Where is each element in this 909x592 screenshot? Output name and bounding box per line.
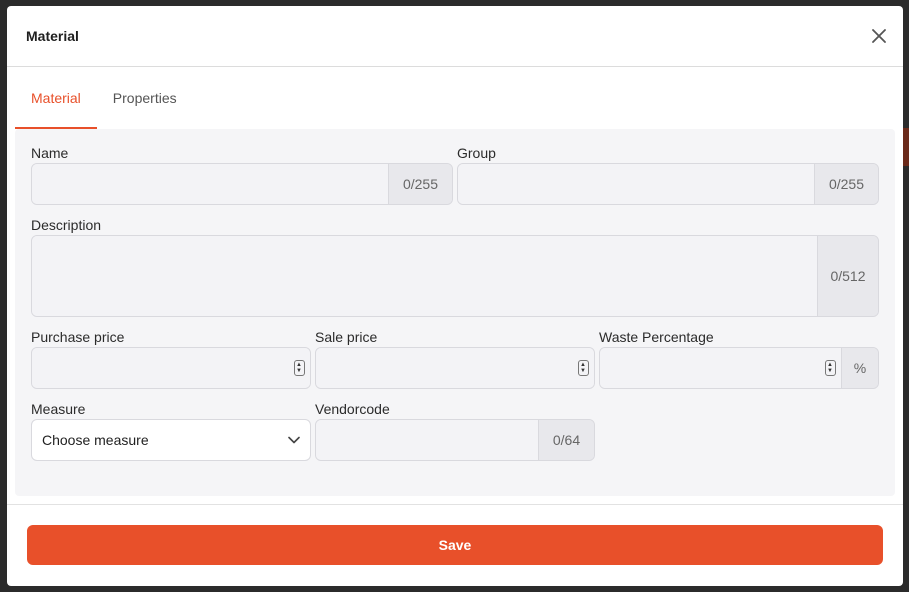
vendorcode-label: Vendorcode xyxy=(315,401,390,417)
close-button[interactable] xyxy=(868,25,890,47)
modal-title: Material xyxy=(26,28,79,44)
description-counter: 0/512 xyxy=(817,236,878,316)
sale-price-field-wrapper: Sale price ▲ ▼ xyxy=(315,327,595,389)
purchase-price-label: Purchase price xyxy=(31,329,125,345)
name-counter: 0/255 xyxy=(388,164,452,204)
measure-selected-value: Choose measure xyxy=(42,432,149,448)
sale-price-label: Sale price xyxy=(315,329,378,345)
save-button[interactable]: Save xyxy=(27,525,883,565)
group-field-wrapper: Group 0/255 xyxy=(457,143,879,205)
vendorcode-input[interactable] xyxy=(316,420,538,460)
waste-percentage-label: Waste Percentage xyxy=(599,329,714,345)
material-modal: Material Material Properties Name 0/255 … xyxy=(7,6,903,586)
close-icon xyxy=(872,29,886,43)
name-label: Name xyxy=(31,145,69,161)
sale-price-input[interactable] xyxy=(316,348,572,388)
vendorcode-counter: 0/64 xyxy=(538,420,594,460)
tab-bar: Material Properties xyxy=(7,67,903,129)
description-textarea[interactable] xyxy=(32,236,817,316)
group-input[interactable] xyxy=(458,164,814,204)
group-label: Group xyxy=(457,145,496,161)
purchase-price-input-group: ▲ ▼ xyxy=(31,347,311,389)
waste-percentage-input[interactable] xyxy=(600,348,819,388)
waste-percentage-field-wrapper: Waste Percentage ▲ ▼ % xyxy=(599,327,879,389)
waste-percentage-input-group: ▲ ▼ % xyxy=(599,347,879,389)
sale-price-stepper[interactable]: ▲ ▼ xyxy=(572,348,594,388)
stepper-icon: ▲ ▼ xyxy=(293,360,305,376)
vendorcode-field-wrapper: Vendorcode 0/64 xyxy=(315,399,595,461)
name-field-wrapper: Name 0/255 xyxy=(31,143,453,205)
backdrop-edge xyxy=(903,128,909,166)
description-input-group: 0/512 xyxy=(31,235,879,317)
description-field-wrapper: Description 0/512 xyxy=(31,215,879,317)
material-form: Name 0/255 Group 0/255 Description 0/512… xyxy=(15,129,895,496)
chevron-down-icon xyxy=(288,436,300,444)
purchase-price-field-wrapper: Purchase price ▲ ▼ xyxy=(31,327,311,389)
purchase-price-input[interactable] xyxy=(32,348,288,388)
stepper-icon: ▲ ▼ xyxy=(577,360,589,376)
percent-addon: % xyxy=(841,348,878,388)
description-label: Description xyxy=(31,217,102,233)
waste-percentage-stepper[interactable]: ▲ ▼ xyxy=(819,348,841,388)
modal-footer: Save xyxy=(7,504,903,586)
measure-select[interactable]: Choose measure xyxy=(31,419,311,461)
name-input[interactable] xyxy=(32,164,388,204)
vendorcode-input-group: 0/64 xyxy=(315,419,595,461)
group-counter: 0/255 xyxy=(814,164,878,204)
stepper-icon: ▲ ▼ xyxy=(824,360,836,376)
measure-label: Measure xyxy=(31,401,86,417)
group-input-group: 0/255 xyxy=(457,163,879,205)
name-input-group: 0/255 xyxy=(31,163,453,205)
measure-field-wrapper: Measure Choose measure xyxy=(31,399,311,461)
purchase-price-stepper[interactable]: ▲ ▼ xyxy=(288,348,310,388)
sale-price-input-group: ▲ ▼ xyxy=(315,347,595,389)
tab-material[interactable]: Material xyxy=(15,67,97,129)
modal-header: Material xyxy=(7,6,903,67)
tab-properties[interactable]: Properties xyxy=(97,67,193,129)
